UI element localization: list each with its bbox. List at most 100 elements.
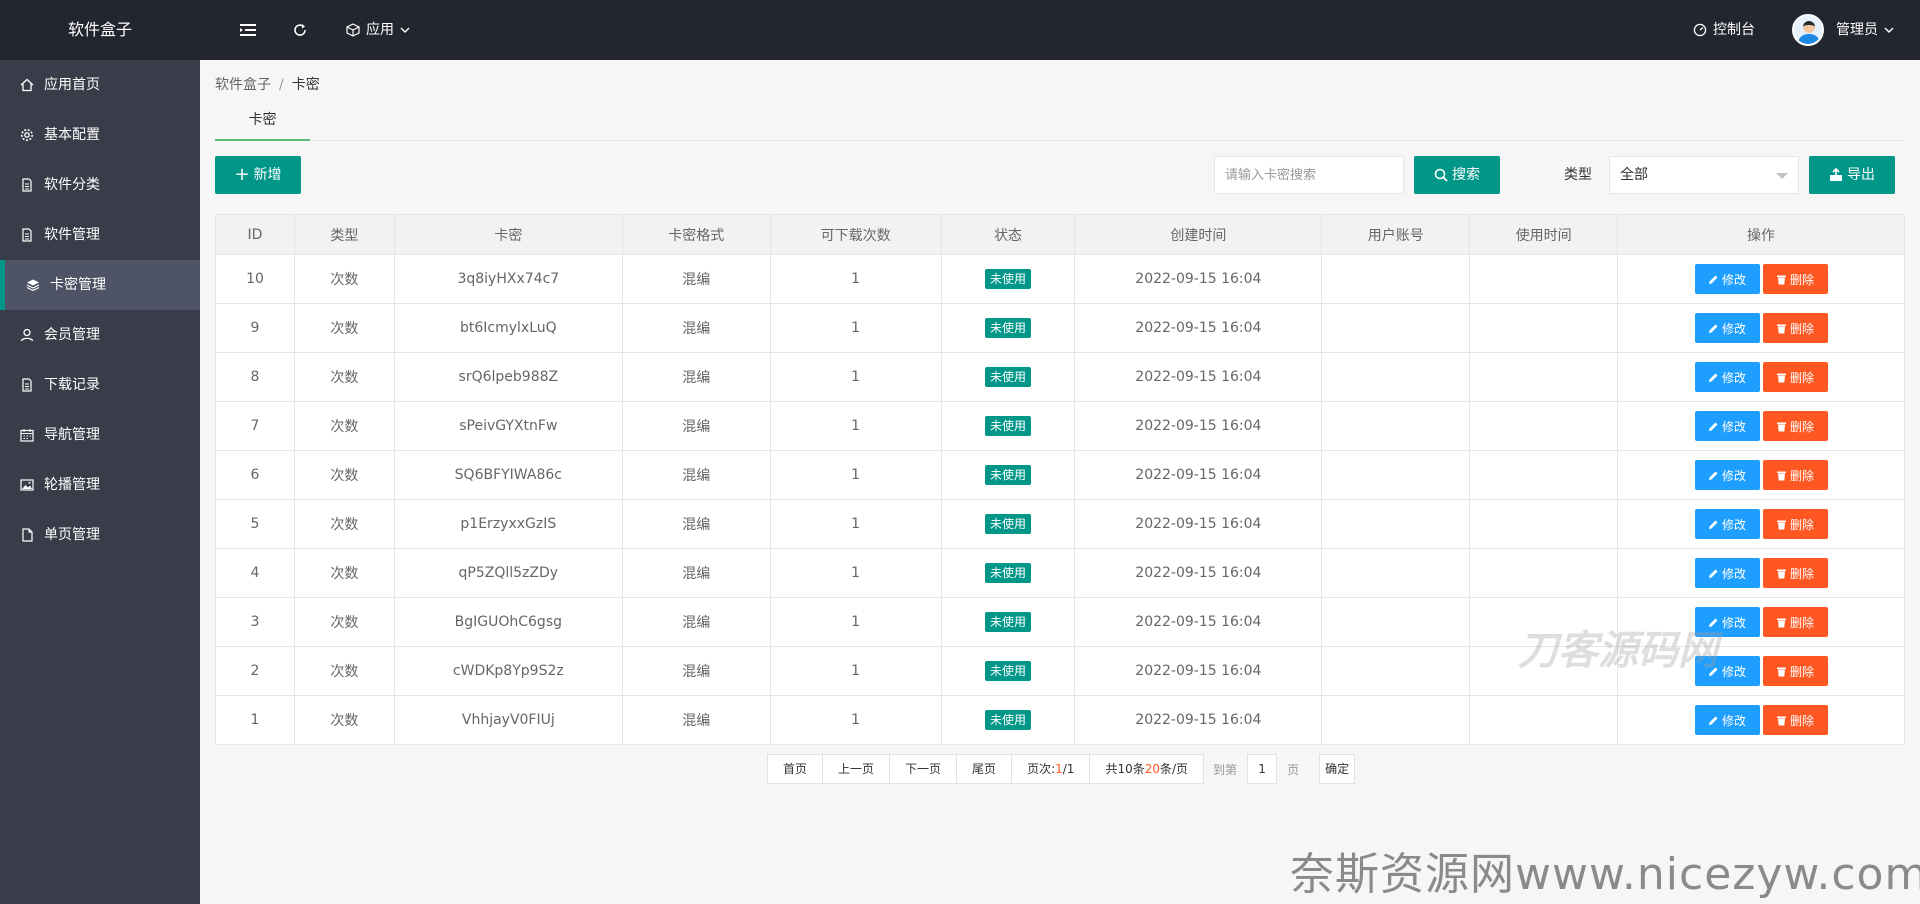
- sidebar-item-5[interactable]: 会员管理: [0, 310, 200, 360]
- cell-created: 2022-09-15 16:04: [1074, 646, 1323, 696]
- first-page-button[interactable]: 首页: [767, 754, 824, 784]
- sidebar-item-label: 软件管理: [44, 227, 100, 243]
- user-menu-dropdown[interactable]: 管理员: [1792, 0, 1894, 60]
- search-input[interactable]: [1214, 156, 1404, 194]
- pencil-icon: [1709, 716, 1718, 725]
- refresh-button[interactable]: [293, 0, 307, 60]
- cell-count: 1: [769, 548, 942, 598]
- type-select[interactable]: 全部: [1609, 156, 1799, 194]
- cell-status: 未使用: [940, 695, 1076, 745]
- page-unit-label: 页: [1287, 762, 1300, 777]
- prev-page-button[interactable]: 上一页: [822, 754, 891, 784]
- sidebar-item-8[interactable]: 轮播管理: [0, 460, 200, 510]
- delete-button[interactable]: 删除: [1762, 509, 1828, 539]
- next-page-button[interactable]: 下一页: [889, 754, 958, 784]
- cell-used: [1469, 548, 1619, 598]
- trash-icon: [1777, 569, 1787, 578]
- delete-button[interactable]: 删除: [1762, 558, 1828, 588]
- delete-button[interactable]: 删除: [1762, 460, 1828, 490]
- edit-button[interactable]: 修改: [1694, 264, 1760, 294]
- cell-id: 6: [215, 450, 295, 500]
- sidebar-item-1[interactable]: 基本配置: [0, 110, 200, 160]
- delete-button[interactable]: 删除: [1762, 705, 1828, 735]
- cell-format: 混编: [621, 450, 771, 500]
- tab-card-key[interactable]: 卡密: [215, 100, 310, 141]
- table-row: 7 次数 sPeivGYXtnFw 混编 1 未使用 2022-09-15 16:04 修改 删…: [215, 401, 1905, 451]
- table-header-row: ID 类型 卡密 卡密格式 可下载次数 状态 创建时间 用户账号 使用时间 操作: [215, 214, 1905, 255]
- cell-used: [1469, 499, 1619, 549]
- edit-button[interactable]: 修改: [1694, 362, 1760, 392]
- sidebar-item-4[interactable]: 卡密管理: [0, 260, 200, 310]
- app-logo[interactable]: 软件盒子: [0, 0, 200, 60]
- app-menu-label: 应用: [366, 22, 394, 38]
- sidebar-item-7[interactable]: 导航管理: [0, 410, 200, 460]
- delete-button[interactable]: 删除: [1762, 264, 1828, 294]
- layers-icon: [26, 278, 40, 292]
- cell-created: 2022-09-15 16:04: [1074, 450, 1323, 500]
- sidebar-toggle-button[interactable]: [240, 0, 256, 60]
- cell-status: 未使用: [940, 254, 1076, 304]
- edit-button[interactable]: 修改: [1694, 558, 1760, 588]
- cell-account: [1321, 303, 1471, 353]
- edit-button-label: 修改: [1722, 517, 1747, 532]
- add-button[interactable]: + 新增: [215, 156, 301, 194]
- search-button[interactable]: 搜索: [1414, 156, 1500, 194]
- cell-key: SQ6BFYIWA86c: [393, 450, 623, 500]
- sidebar-item-label: 下载记录: [44, 377, 100, 393]
- pencil-icon: [1709, 422, 1718, 431]
- export-button-label: 导出: [1847, 167, 1875, 183]
- edit-button[interactable]: 修改: [1694, 460, 1760, 490]
- cell-account: [1321, 401, 1471, 451]
- pencil-icon: [1709, 275, 1718, 284]
- delete-button[interactable]: 删除: [1762, 656, 1828, 686]
- delete-button-label: 删除: [1790, 419, 1815, 434]
- breadcrumb-root[interactable]: 软件盒子: [215, 77, 271, 93]
- app-menu-dropdown[interactable]: 应用: [346, 0, 410, 60]
- edit-button[interactable]: 修改: [1694, 705, 1760, 735]
- tab-bar: 卡密: [215, 100, 1905, 141]
- cell-type: 次数: [293, 401, 395, 451]
- export-button[interactable]: 导出: [1809, 156, 1895, 194]
- main-content: 软件盒子/卡密 卡密 + 新增 搜索 类型 全部 导出 ID类型卡密卡密格式可下…: [200, 60, 1920, 904]
- type-label: 类型: [1564, 167, 1592, 183]
- last-page-button[interactable]: 尾页: [956, 754, 1013, 784]
- image-icon: [20, 478, 34, 492]
- cell-key: 3q8iyHXx74c7: [393, 254, 623, 304]
- cell-count: 1: [769, 597, 942, 647]
- cube-icon: [346, 23, 360, 37]
- sidebar-item-0[interactable]: 应用首页: [0, 60, 200, 110]
- sidebar-item-3[interactable]: 软件管理: [0, 210, 200, 260]
- cell-actions: 修改 删除: [1617, 401, 1905, 451]
- delete-button-label: 删除: [1790, 272, 1815, 287]
- goto-confirm-button[interactable]: 确定: [1319, 754, 1356, 784]
- sidebar-item-2[interactable]: 软件分类: [0, 160, 200, 210]
- delete-button[interactable]: 删除: [1762, 362, 1828, 392]
- delete-button[interactable]: 删除: [1762, 411, 1828, 441]
- cell-account: [1321, 450, 1471, 500]
- cell-format: 混编: [621, 695, 771, 745]
- cell-type: 次数: [293, 695, 395, 745]
- edit-button[interactable]: 修改: [1694, 313, 1760, 343]
- cell-account: [1321, 499, 1471, 549]
- column-header: 卡密格式: [621, 214, 771, 255]
- delete-button[interactable]: 删除: [1762, 313, 1828, 343]
- sidebar-item-9[interactable]: 单页管理: [0, 510, 200, 560]
- goto-page-input[interactable]: 1: [1247, 754, 1278, 784]
- delete-button-label: 删除: [1790, 664, 1815, 679]
- cell-id: 9: [215, 303, 295, 353]
- column-header: 创建时间: [1074, 214, 1323, 255]
- delete-button[interactable]: 删除: [1762, 607, 1828, 637]
- sidebar-item-label: 导航管理: [44, 427, 100, 443]
- edit-button[interactable]: 修改: [1694, 509, 1760, 539]
- cell-id: 5: [215, 499, 295, 549]
- delete-button-label: 删除: [1790, 566, 1815, 581]
- cell-type: 次数: [293, 597, 395, 647]
- console-link[interactable]: 控制台: [1693, 0, 1755, 60]
- column-header: 操作: [1617, 214, 1905, 255]
- trash-icon: [1777, 618, 1787, 627]
- watermark: 奈斯资源网www.nicezyw.com: [1290, 849, 1920, 900]
- sidebar-item-6[interactable]: 下载记录: [0, 360, 200, 410]
- cell-status: 未使用: [940, 646, 1076, 696]
- caret-down-icon: [1776, 173, 1788, 179]
- edit-button[interactable]: 修改: [1694, 411, 1760, 441]
